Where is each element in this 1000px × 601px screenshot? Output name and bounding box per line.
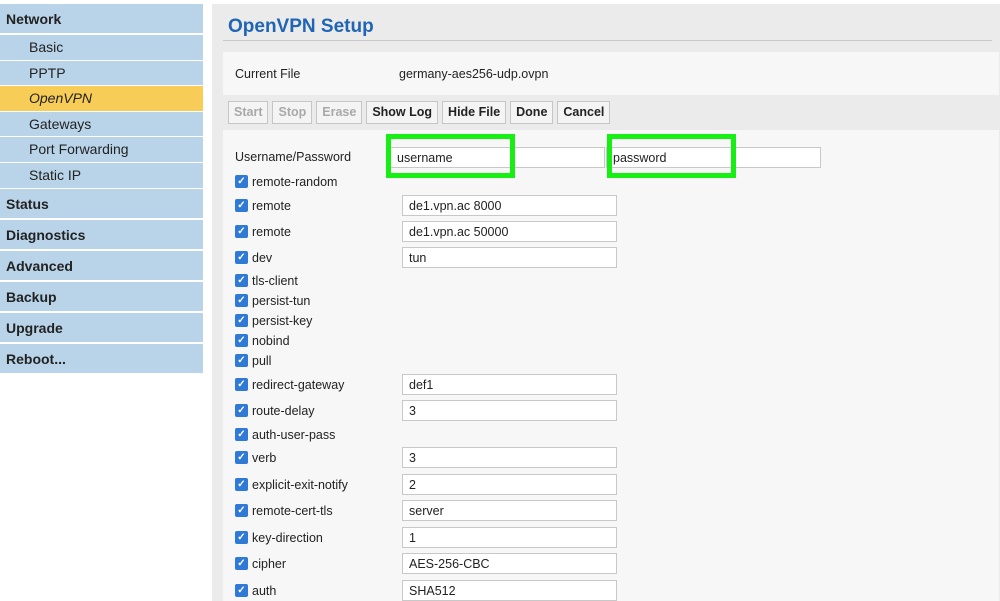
option-value-input[interactable] [402, 474, 617, 495]
option-value-input[interactable] [402, 553, 617, 574]
option-row: ✓ route-delay [235, 400, 715, 421]
option-checkbox[interactable]: ✓ [235, 225, 248, 238]
sidebar-section-network[interactable]: Network [0, 4, 203, 35]
option-value-input[interactable] [402, 247, 617, 268]
sidebar-item-basic[interactable]: Basic [0, 35, 203, 61]
option-label: pull [252, 354, 272, 368]
username-password-label: Username/Password [235, 150, 352, 164]
option-value-input[interactable] [402, 447, 617, 468]
option-label: persist-key [252, 314, 313, 328]
option-row: ✓ tls-client [235, 271, 715, 291]
sidebar-item-port-forwarding[interactable]: Port Forwarding [0, 137, 203, 163]
option-checkbox[interactable]: ✓ [235, 478, 248, 491]
done-button[interactable]: Done [510, 101, 554, 124]
option-label: verb [252, 451, 277, 465]
sidebar-section-backup[interactable]: Backup [0, 281, 203, 313]
option-row: ✓ dev [235, 247, 715, 268]
option-label: remote-cert-tls [252, 504, 333, 518]
option-checkbox[interactable]: ✓ [235, 334, 248, 347]
option-row: ✓ nobind [235, 331, 715, 351]
options-form: Username/Password ✓remote-random✓remote✓… [223, 130, 999, 601]
option-row: ✓ cipher [235, 553, 715, 574]
option-row: ✓ persist-key [235, 311, 715, 331]
sidebar-section-upgrade[interactable]: Upgrade [0, 312, 203, 344]
option-value-input[interactable] [402, 374, 617, 395]
sidebar-section-status[interactable]: Status [0, 188, 203, 220]
option-label: auth [252, 584, 277, 598]
option-checkbox[interactable]: ✓ [235, 274, 248, 287]
current-file-label: Current File [235, 67, 301, 81]
current-file-panel: Current File germany-aes256-udp.ovpn [223, 52, 999, 95]
sidebar-section-advanced[interactable]: Advanced [0, 250, 203, 282]
option-label: route-delay [252, 404, 315, 418]
option-row: ✓ persist-tun [235, 291, 715, 311]
option-checkbox[interactable]: ✓ [235, 451, 248, 464]
option-checkbox[interactable]: ✓ [235, 199, 248, 212]
title-divider [223, 40, 992, 41]
erase-button[interactable]: Erase [316, 101, 363, 124]
option-row: ✓ redirect-gateway [235, 374, 715, 395]
sidebar-section-reboot[interactable]: Reboot... [0, 343, 203, 375]
start-button[interactable]: Start [228, 101, 269, 124]
option-label: remote [252, 199, 291, 213]
option-value-input[interactable] [402, 221, 617, 242]
option-checkbox[interactable]: ✓ [235, 378, 248, 391]
option-row: ✓ remote [235, 195, 715, 216]
sidebar-item-gateways[interactable]: Gateways [0, 111, 203, 138]
option-label: cipher [252, 557, 287, 571]
option-value-input[interactable] [402, 500, 617, 521]
option-value-input[interactable] [402, 400, 617, 421]
option-label: key-direction [252, 531, 323, 545]
current-file-value: germany-aes256-udp.ovpn [399, 67, 549, 81]
option-checkbox[interactable]: ✓ [235, 354, 248, 367]
option-label: dev [252, 251, 273, 265]
option-row: ✓ explicit-exit-notify [235, 474, 715, 495]
option-value-input[interactable] [402, 580, 617, 601]
sidebar-section-diagnostics[interactable]: Diagnostics [0, 219, 203, 251]
hide-file-button[interactable]: Hide File [442, 101, 507, 124]
option-row: ✓ verb [235, 447, 715, 468]
option-row: ✓ pull [235, 351, 715, 371]
option-checkbox[interactable]: ✓ [235, 504, 248, 517]
cancel-button[interactable]: Cancel [557, 101, 611, 124]
sidebar: Network Basic PPTP OpenVPN Gateways Port… [0, 4, 203, 375]
page-title: OpenVPN Setup [228, 16, 374, 37]
option-label: remote-random [252, 175, 338, 189]
stop-button[interactable]: Stop [272, 101, 313, 124]
option-checkbox[interactable]: ✓ [235, 294, 248, 307]
option-checkbox[interactable]: ✓ [235, 251, 248, 264]
sidebar-item-openvpn[interactable]: OpenVPN [0, 86, 203, 112]
option-label: remote [252, 225, 291, 239]
option-label: persist-tun [252, 294, 311, 308]
option-label: tls-client [252, 274, 298, 288]
option-label: explicit-exit-notify [252, 478, 348, 492]
option-row: ✓ auth-user-pass [235, 425, 715, 445]
option-checkbox[interactable]: ✓ [235, 314, 248, 327]
option-label: auth-user-pass [252, 428, 336, 442]
option-checkbox[interactable]: ✓ [235, 404, 248, 417]
option-checkbox[interactable]: ✓ [235, 531, 248, 544]
option-value-input[interactable] [402, 527, 617, 548]
show-log-button[interactable]: Show Log [366, 101, 439, 124]
option-checkbox[interactable]: ✓ [235, 584, 248, 597]
option-row: ✓ remote [235, 221, 715, 242]
option-checkbox[interactable]: ✓ [235, 428, 248, 441]
toolbar: Start Stop Erase Show Log Hide File Done… [228, 101, 611, 125]
main-panel: OpenVPN Setup Current File germany-aes25… [212, 4, 1000, 601]
option-checkbox[interactable]: ✓ [235, 557, 248, 570]
option-row: ✓ auth [235, 580, 715, 601]
option-row: ✓ remote-random [235, 172, 715, 192]
option-row: ✓ key-direction [235, 527, 715, 548]
option-label: redirect-gateway [252, 378, 345, 392]
option-label: nobind [252, 334, 290, 348]
option-row: ✓ remote-cert-tls [235, 500, 715, 521]
option-checkbox[interactable]: ✓ [235, 175, 248, 188]
option-value-input[interactable] [402, 195, 617, 216]
sidebar-item-pptp[interactable]: PPTP [0, 60, 203, 87]
sidebar-item-static-ip[interactable]: Static IP [0, 162, 203, 189]
